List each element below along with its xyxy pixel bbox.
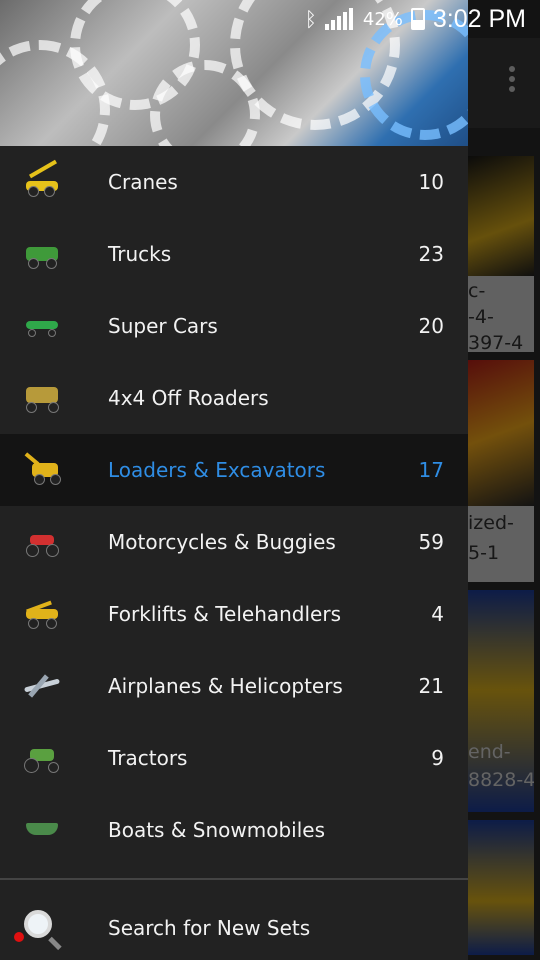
forklift-icon bbox=[22, 599, 62, 629]
notification-dot bbox=[14, 932, 24, 942]
menu-item-forklifts-telehandlers[interactable]: Forklifts & Telehandlers 4 bbox=[0, 578, 468, 650]
search-new-sets-item[interactable]: Search for New Sets bbox=[0, 896, 468, 960]
menu-item-label: Boats & Snowmobiles bbox=[108, 818, 326, 842]
drawer-divider bbox=[0, 878, 468, 880]
menu-item-count: 4 bbox=[431, 602, 444, 626]
menu-item-label: Loaders & Excavators bbox=[108, 458, 326, 482]
search-new-sets-label: Search for New Sets bbox=[108, 916, 311, 940]
signal-icon bbox=[324, 8, 355, 30]
navigation-drawer: Cranes 10 Trucks 23 Super Cars 20 4x4 Of… bbox=[0, 0, 468, 960]
menu-item-count: 59 bbox=[418, 530, 444, 554]
supercar-icon bbox=[22, 311, 62, 341]
menu-item-label: Cranes bbox=[108, 170, 178, 194]
menu-item-boats-snowmobiles[interactable]: Boats & Snowmobiles bbox=[0, 794, 468, 866]
magnifier-icon bbox=[24, 910, 52, 938]
menu-item-4x4-off-roaders[interactable]: 4x4 Off Roaders bbox=[0, 362, 468, 434]
menu-item-trucks[interactable]: Trucks 23 bbox=[0, 218, 468, 290]
excavator-icon bbox=[22, 452, 62, 485]
menu-item-super-cars[interactable]: Super Cars 20 bbox=[0, 290, 468, 362]
menu-item-label: Motorcycles & Buggies bbox=[108, 530, 336, 554]
menu-item-label: Tractors bbox=[108, 746, 188, 770]
menu-item-count: 9 bbox=[431, 746, 444, 770]
airplane-icon bbox=[22, 671, 62, 701]
truck-icon bbox=[22, 239, 62, 269]
boat-icon bbox=[22, 815, 62, 845]
bluetooth-icon: ᛒ bbox=[304, 7, 317, 31]
menu-item-count: 20 bbox=[418, 314, 444, 338]
crane-icon bbox=[22, 159, 62, 197]
menu-item-count: 23 bbox=[418, 242, 444, 266]
drawer-scrim[interactable] bbox=[468, 0, 540, 960]
menu-item-count: 21 bbox=[418, 674, 444, 698]
offroader-icon bbox=[22, 383, 62, 413]
tractor-icon bbox=[22, 743, 62, 773]
menu-item-label: Airplanes & Helicopters bbox=[108, 674, 343, 698]
status-bar: ᛒ 42% 3:02 PM bbox=[0, 0, 540, 38]
menu-item-tractors[interactable]: Tractors 9 bbox=[0, 722, 468, 794]
battery-icon bbox=[410, 8, 425, 30]
menu-item-count: 17 bbox=[418, 458, 444, 482]
menu-item-label: Forklifts & Telehandlers bbox=[108, 602, 341, 626]
menu-item-label: Trucks bbox=[108, 242, 172, 266]
menu-item-loaders-excavators[interactable]: Loaders & Excavators 17 bbox=[0, 434, 468, 506]
menu-item-label: Super Cars bbox=[108, 314, 218, 338]
menu-item-motorcycles-buggies[interactable]: Motorcycles & Buggies 59 bbox=[0, 506, 468, 578]
menu-item-airplanes-helicopters[interactable]: Airplanes & Helicopters 21 bbox=[0, 650, 468, 722]
clock: 3:02 PM bbox=[432, 4, 526, 33]
menu-item-cranes[interactable]: Cranes 10 bbox=[0, 146, 468, 218]
battery-percent: 42% bbox=[362, 8, 403, 30]
motorcycle-icon bbox=[22, 527, 62, 557]
menu-item-label: 4x4 Off Roaders bbox=[108, 386, 269, 410]
menu-item-count: 10 bbox=[418, 170, 444, 194]
